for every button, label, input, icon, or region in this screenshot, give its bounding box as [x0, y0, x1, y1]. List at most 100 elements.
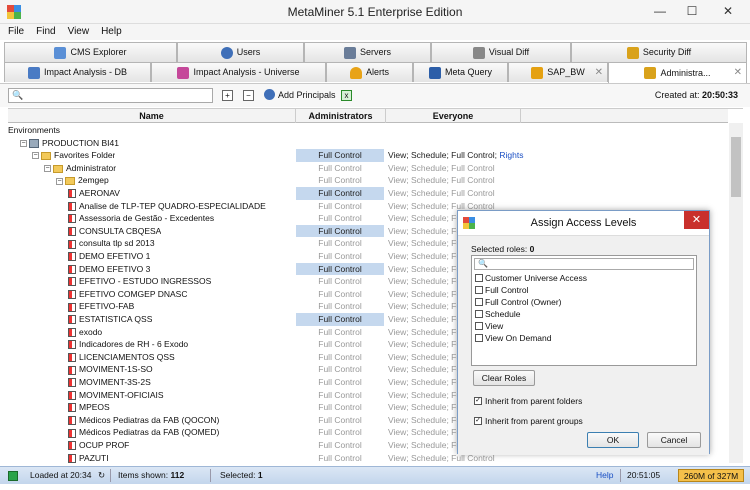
- administrators-cell[interactable]: Full Control: [296, 212, 384, 225]
- role-item[interactable]: View: [475, 320, 503, 332]
- table-row[interactable]: − 2emgep Full Control View; Schedule; Full …: [8, 174, 728, 187]
- row-name-cell[interactable]: Médicos Pediatras da FAB (QOCON): [68, 414, 219, 427]
- tab-alerts[interactable]: Alerts: [326, 62, 413, 82]
- checkbox-checked[interactable]: ✓: [474, 397, 482, 405]
- close-tab-icon[interactable]: ✕: [595, 63, 603, 82]
- administrators-cell[interactable]: Full Control: [296, 250, 384, 263]
- tab-security-diff[interactable]: Security Diff: [571, 42, 747, 62]
- dialog-close-button[interactable]: ✕: [684, 211, 709, 229]
- row-name-cell[interactable]: AERONAV: [68, 187, 120, 200]
- maximize-button[interactable]: ☐: [680, 3, 704, 20]
- row-name-cell[interactable]: Assessoria de Gestão - Excedentes: [68, 212, 214, 225]
- scrollbar-thumb[interactable]: [731, 137, 741, 197]
- row-name-cell[interactable]: Analise de TLP-TEP QUADRO-ESPECIALIDADE: [68, 200, 266, 213]
- tab-visual-diff[interactable]: Visual Diff: [431, 42, 571, 62]
- collapse-toggle-icon[interactable]: −: [32, 152, 39, 160]
- export-excel-icon[interactable]: x: [341, 90, 352, 101]
- tab-administrators[interactable]: Administra... ✕: [608, 62, 747, 83]
- administrators-cell[interactable]: Full Control: [296, 351, 384, 364]
- administrators-cell[interactable]: Full Control: [296, 224, 384, 238]
- row-name-cell[interactable]: CONSULTA CBQESA: [68, 225, 161, 238]
- grid-scrollbar[interactable]: [729, 123, 743, 463]
- search-input[interactable]: 🔍: [8, 88, 213, 103]
- help-link[interactable]: Help: [596, 470, 613, 480]
- row-name-cell[interactable]: − Administrator: [44, 162, 116, 175]
- row-name-cell[interactable]: DEMO EFETIVO 3: [68, 263, 150, 276]
- table-row[interactable]: − Administrator Full Control View; Schedule…: [8, 162, 728, 175]
- row-name-cell[interactable]: MOVIMENT-OFICIAIS: [68, 389, 164, 402]
- menu-view[interactable]: View: [64, 24, 94, 40]
- row-name-cell[interactable]: MPEOS: [68, 401, 110, 414]
- row-name-cell[interactable]: Médicos Pediatras da FAB (QOMED): [68, 426, 219, 439]
- row-name-cell[interactable]: − Favorites Folder: [32, 149, 115, 162]
- role-checkbox[interactable]: [475, 334, 483, 342]
- cancel-button[interactable]: Cancel: [647, 432, 701, 448]
- tab-cms-explorer[interactable]: CMS Explorer: [4, 42, 177, 62]
- everyone-cell[interactable]: View; Schedule; Full Control: [388, 162, 495, 175]
- role-item[interactable]: Full Control: [475, 284, 528, 296]
- role-item[interactable]: Customer Universe Access: [475, 272, 587, 284]
- add-principals-button[interactable]: Add Principals: [264, 89, 336, 100]
- role-checkbox[interactable]: [475, 322, 483, 330]
- inherit-groups-checkbox[interactable]: ✓ Inherit from parent groups: [474, 416, 583, 426]
- clear-roles-button[interactable]: Clear Roles: [473, 370, 535, 386]
- row-name-cell[interactable]: Indicadores de RH - 6 Exodo: [68, 338, 188, 351]
- collapse-toggle-icon[interactable]: −: [56, 177, 63, 185]
- ok-button[interactable]: OK: [587, 432, 639, 448]
- row-name-cell[interactable]: − PRODUCTION BI41: [20, 137, 119, 150]
- role-item[interactable]: View On Demand: [475, 332, 551, 344]
- row-name-cell[interactable]: EFETIVO COMGEP DNASC: [68, 288, 187, 301]
- administrators-cell[interactable]: Full Control: [296, 149, 384, 162]
- row-name-cell[interactable]: LICENCIAMENTOS QSS: [68, 351, 175, 364]
- column-everyone[interactable]: Everyone: [386, 109, 521, 123]
- tab-meta-query[interactable]: Meta Query: [413, 62, 508, 82]
- administrators-cell[interactable]: Full Control: [296, 414, 384, 427]
- column-name[interactable]: Name: [8, 109, 296, 123]
- row-name-cell[interactable]: Environments: [8, 124, 60, 137]
- everyone-cell[interactable]: View; Schedule; Full Control: [388, 187, 495, 200]
- administrators-cell[interactable]: Full Control: [296, 363, 384, 376]
- row-name-cell[interactable]: EFETIVO-FAB: [68, 300, 134, 313]
- role-item[interactable]: Full Control (Owner): [475, 296, 562, 308]
- column-administrators[interactable]: Administrators: [296, 109, 386, 123]
- table-row[interactable]: Environments: [8, 124, 728, 137]
- row-name-cell[interactable]: MOVIMENT-3S-2S: [68, 376, 151, 389]
- administrators-cell[interactable]: Full Control: [296, 237, 384, 250]
- collapse-all-icon[interactable]: −: [243, 90, 254, 101]
- menu-help[interactable]: Help: [97, 24, 126, 40]
- tab-users[interactable]: Users: [177, 42, 304, 62]
- role-checkbox[interactable]: [475, 274, 483, 282]
- administrators-cell[interactable]: Full Control: [296, 426, 384, 439]
- row-name-cell[interactable]: DEMO EFETIVO 1: [68, 250, 150, 263]
- administrators-cell[interactable]: Full Control: [296, 162, 384, 175]
- close-tab-icon[interactable]: ✕: [734, 63, 742, 82]
- rights-link[interactable]: Rights: [499, 150, 523, 160]
- role-checkbox[interactable]: [475, 298, 483, 306]
- row-name-cell[interactable]: ESTATISTICA QSS: [68, 313, 152, 326]
- tab-servers[interactable]: Servers: [304, 42, 431, 62]
- refresh-icon[interactable]: ↻: [98, 470, 105, 481]
- row-name-cell[interactable]: MOVIMENT-1S-SO: [68, 363, 153, 376]
- memory-usage[interactable]: 260M of 327M: [678, 469, 744, 482]
- administrators-cell[interactable]: Full Control: [296, 439, 384, 452]
- everyone-cell[interactable]: View; Schedule; Full Control; Rights: [388, 149, 523, 162]
- minimize-button[interactable]: —: [648, 3, 672, 20]
- row-name-cell[interactable]: EFETIVO - ESTUDO INGRESSOS: [68, 275, 211, 288]
- role-item[interactable]: Schedule: [475, 308, 520, 320]
- checkbox-checked[interactable]: ✓: [474, 417, 482, 425]
- table-row[interactable]: − PRODUCTION BI41: [8, 137, 728, 150]
- row-name-cell[interactable]: OCUP PROF: [68, 439, 129, 452]
- menu-find[interactable]: Find: [32, 24, 59, 40]
- administrators-cell[interactable]: Full Control: [296, 187, 384, 200]
- collapse-toggle-icon[interactable]: −: [20, 139, 27, 147]
- row-name-cell[interactable]: − 2emgep: [56, 174, 109, 187]
- administrators-cell[interactable]: Full Control: [296, 452, 384, 465]
- administrators-cell[interactable]: Full Control: [296, 401, 384, 414]
- row-name-cell[interactable]: PAZUTI: [68, 452, 109, 465]
- tab-sap-bw[interactable]: SAP_BW ✕: [508, 62, 608, 82]
- role-checkbox[interactable]: [475, 286, 483, 294]
- expand-all-icon[interactable]: +: [222, 90, 233, 101]
- table-row[interactable]: − Favorites Folder Full Control View; Sched…: [8, 149, 728, 162]
- inherit-folders-checkbox[interactable]: ✓ Inherit from parent folders: [474, 396, 582, 406]
- administrators-cell[interactable]: Full Control: [296, 376, 384, 389]
